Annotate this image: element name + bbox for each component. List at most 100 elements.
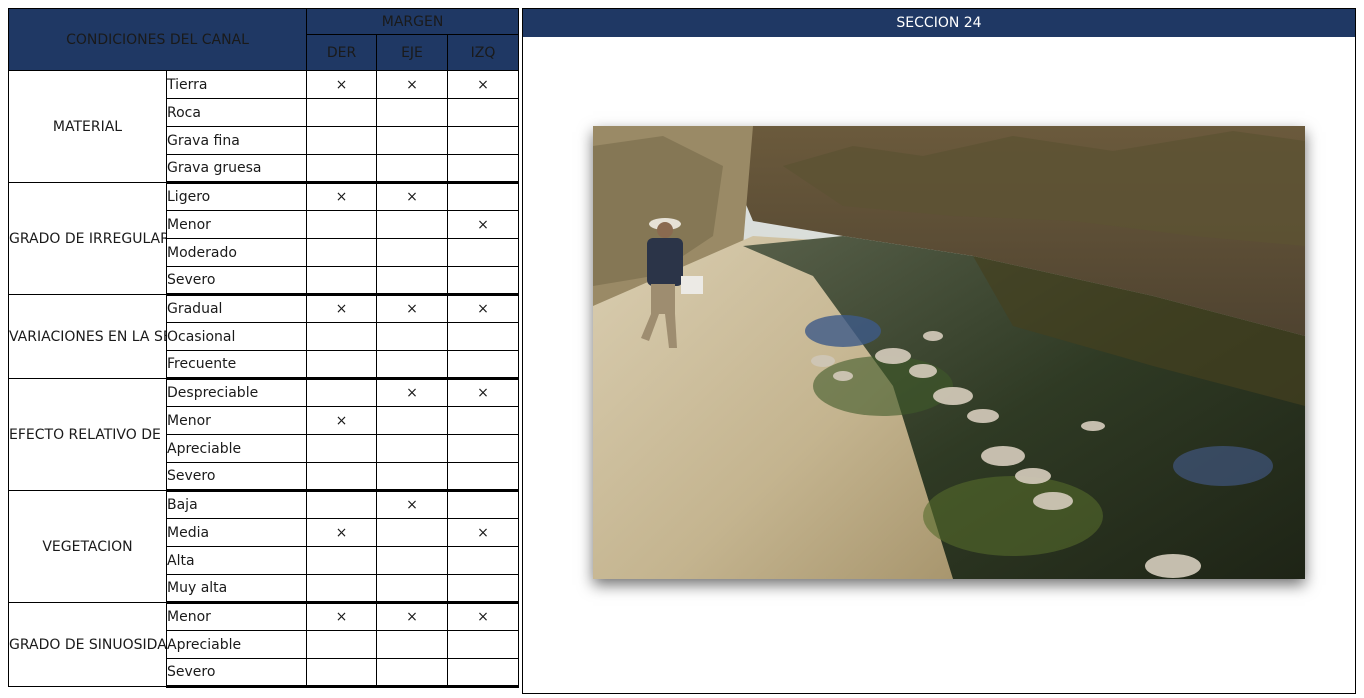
mark-cell-izq: × [446, 602, 520, 631]
option-label: Apreciable [166, 434, 307, 463]
option-label: Menor [166, 602, 307, 631]
mark-cell-der [306, 238, 377, 267]
mark-cell-der [306, 210, 377, 239]
mark-cell-eje: × [376, 182, 448, 211]
mark-cell-eje: × [376, 490, 448, 519]
mark-cell-izq [446, 126, 520, 155]
condition-row: GRADO DE IRREGULARIDADLigero×× [8, 182, 520, 295]
mark-cell-der [306, 98, 377, 127]
condition-row: EFECTO RELATIVO DE OBSTACULOSDespreciabl… [8, 378, 520, 491]
mark-cell-der [306, 378, 377, 407]
mark-cell-der [306, 126, 377, 155]
condition-row: MATERIAL Tierra × × × [8, 70, 520, 183]
mark-cell-izq: × [446, 294, 520, 323]
category-label: VEGETACION [8, 490, 167, 603]
margin-col-izq: IZQ [446, 34, 520, 71]
mark-cell-der [306, 322, 377, 351]
mark-cell-eje: × [376, 602, 448, 631]
channel-conditions-sheet: CONDICIONES DEL CANAL MARGEN DER EJE IZQ… [8, 8, 1356, 694]
option-label: Alta [166, 546, 307, 575]
mark-cell-eje [376, 574, 448, 604]
mark-cell-der [306, 434, 377, 463]
option-label: Ocasional [166, 322, 307, 351]
category-label: MATERIAL [8, 70, 167, 183]
mark-cell-izq: × [446, 210, 520, 239]
channel-photo [593, 126, 1305, 579]
section-title: SECCION 24 [523, 9, 1355, 37]
mark-cell-izq [446, 434, 520, 463]
option-label: Severo [166, 266, 307, 296]
mark-cell-izq [446, 266, 520, 296]
mark-cell-izq [446, 490, 520, 519]
channel-photo-image [593, 126, 1305, 579]
option-label: Gradual [166, 294, 307, 323]
mark-cell-der: × [306, 182, 377, 211]
mark-cell-eje [376, 154, 448, 184]
condition-row: VARIACIONES EN LA SECCION TRANSVERSAL DE… [8, 294, 520, 379]
conditions-table: CONDICIONES DEL CANAL MARGEN DER EJE IZQ… [8, 8, 520, 688]
option-label: Despreciable [166, 378, 307, 407]
mark-cell-izq: × [446, 70, 520, 99]
mark-cell-der [306, 462, 377, 492]
mark-cell-izq [446, 322, 520, 351]
option-label: Muy alta [166, 574, 307, 604]
mark-cell-eje: × [376, 70, 448, 99]
mark-cell-eje [376, 546, 448, 575]
mark-cell-der: × [306, 70, 377, 99]
category-label: GRADO DE SINUOSIDAD [8, 602, 167, 687]
conditions-table-body: CONDICIONES DEL CANAL MARGEN DER EJE IZQ… [8, 8, 520, 688]
mark-cell-der: × [306, 294, 377, 323]
mark-cell-eje [376, 238, 448, 267]
mark-cell-eje [376, 322, 448, 351]
mark-cell-eje [376, 630, 448, 659]
mark-cell-der: × [306, 406, 377, 435]
mark-cell-eje [376, 518, 448, 547]
margin-col-eje: EJE [376, 34, 448, 71]
mark-cell-eje [376, 266, 448, 296]
mark-cell-der [306, 658, 377, 688]
mark-cell-der: × [306, 602, 377, 631]
mark-cell-izq [446, 574, 520, 604]
option-label: Tierra [166, 70, 307, 99]
mark-cell-izq [446, 546, 520, 575]
mark-cell-eje [376, 434, 448, 463]
mark-cell-izq [446, 154, 520, 184]
mark-cell-eje [376, 210, 448, 239]
option-label: Grava gruesa [166, 154, 307, 184]
category-label: GRADO DE IRREGULARIDAD [8, 182, 167, 295]
mark-cell-izq [446, 238, 520, 267]
mark-cell-der [306, 350, 377, 380]
mark-cell-eje [376, 98, 448, 127]
mark-cell-izq [446, 98, 520, 127]
option-label: Severo [166, 658, 307, 688]
conditions-header: CONDICIONES DEL CANAL [8, 8, 307, 71]
mark-cell-der [306, 546, 377, 575]
option-label: Menor [166, 210, 307, 239]
mark-cell-der [306, 574, 377, 604]
mark-cell-eje [376, 350, 448, 380]
mark-cell-izq [446, 406, 520, 435]
category-label: VARIACIONES EN LA SECCION TRANSVERSAL DE… [8, 294, 167, 379]
mark-cell-izq [446, 658, 520, 688]
mark-cell-izq: × [446, 518, 520, 547]
mark-cell-izq [446, 462, 520, 492]
condition-row: VEGETACION Baja × [8, 490, 520, 603]
mark-cell-der [306, 266, 377, 296]
option-label: Baja [166, 490, 307, 519]
mark-cell-eje [376, 406, 448, 435]
option-label: Media [166, 518, 307, 547]
condition-row: GRADO DE SINUOSIDAD Menor × × × [8, 602, 520, 687]
option-label: Moderado [166, 238, 307, 267]
mark-cell-eje [376, 658, 448, 688]
mark-cell-eje [376, 462, 448, 492]
option-label: Roca [166, 98, 307, 127]
mark-cell-izq [446, 630, 520, 659]
mark-cell-izq: × [446, 378, 520, 407]
mark-cell-der [306, 154, 377, 184]
category-label: EFECTO RELATIVO DE OBSTACULOS [8, 378, 167, 491]
option-label: Apreciable [166, 630, 307, 659]
margin-col-der: DER [306, 34, 377, 71]
mark-cell-izq [446, 350, 520, 380]
section-panel: SECCION 24 [522, 8, 1356, 694]
option-label: Grava fina [166, 126, 307, 155]
